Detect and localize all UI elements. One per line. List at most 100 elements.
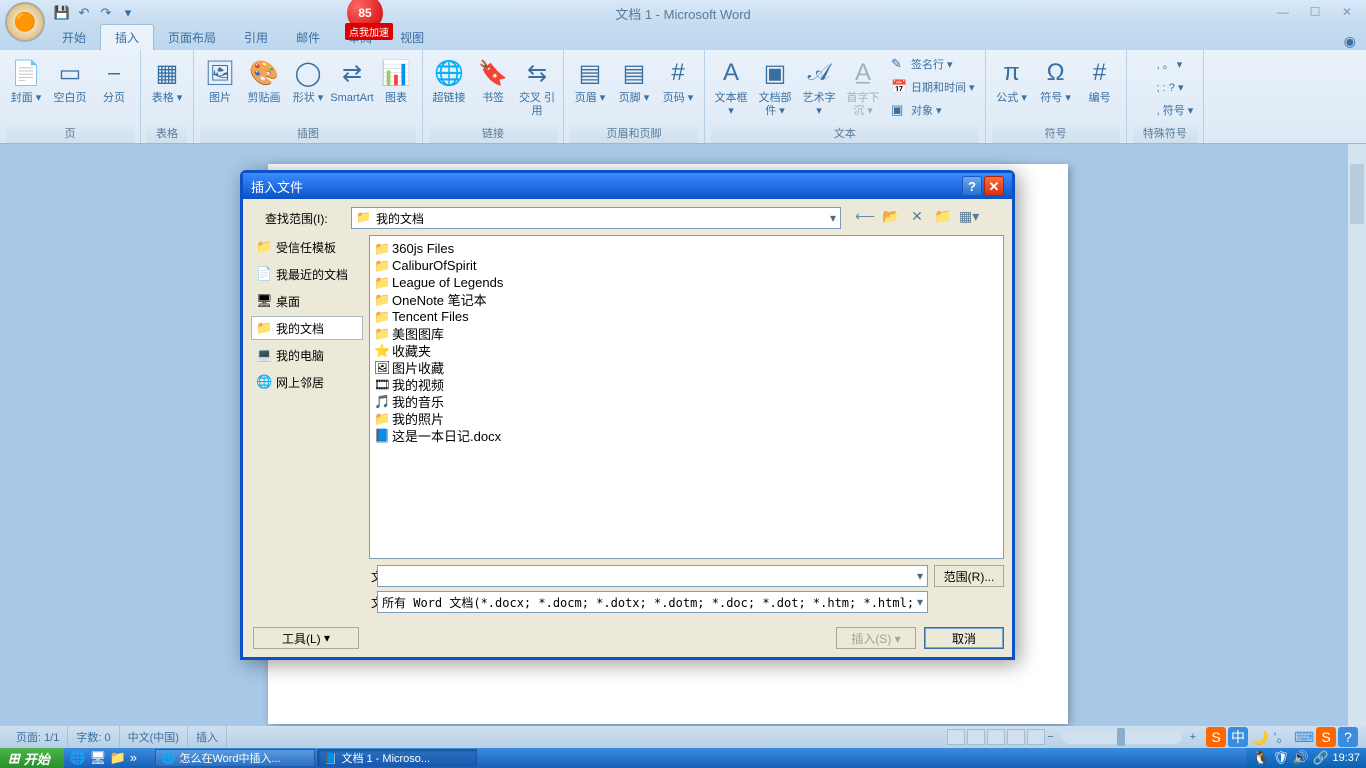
ribbon-small-button[interactable]: ✎签名行 ▾ xyxy=(887,53,979,75)
ribbon-button[interactable]: 🌐超链接 xyxy=(429,53,469,123)
delete-icon[interactable]: ✕ xyxy=(907,208,927,228)
tab-references[interactable]: 引用 xyxy=(230,25,282,50)
ql-more-icon[interactable]: » xyxy=(130,750,148,766)
ribbon-button[interactable]: ▦表格 ▾ xyxy=(147,53,187,123)
ribbon-button[interactable]: ▣文档部件 ▾ xyxy=(755,53,795,123)
save-icon[interactable]: 💾 xyxy=(52,3,72,23)
views-icon[interactable]: ▦▾ xyxy=(959,208,979,228)
ribbon-button[interactable]: ▤页脚 ▾ xyxy=(614,53,654,123)
ime-punct-icon[interactable]: '。 xyxy=(1272,727,1292,747)
up-folder-icon[interactable]: 📂 xyxy=(881,208,901,228)
ribbon-small-button[interactable]: , 符号 ▾ xyxy=(1133,99,1198,121)
ime-moon-icon[interactable]: 🌙 xyxy=(1250,727,1270,747)
ql-ie-icon[interactable]: 🌐 xyxy=(70,750,88,766)
page-count[interactable]: 页面: 1/1 xyxy=(8,726,68,748)
redo-icon[interactable]: ↷ xyxy=(96,3,116,23)
tab-insert[interactable]: 插入 xyxy=(100,24,154,50)
taskbar-task-word[interactable]: 📘 文档 1 - Microso... xyxy=(317,749,477,767)
ime-help-icon[interactable]: ? xyxy=(1338,727,1358,747)
filename-input[interactable]: ▾ xyxy=(377,565,928,587)
ribbon-button[interactable]: ⇆交叉 引用 xyxy=(517,53,557,123)
filetype-combo[interactable]: 所有 Word 文档(*.docx; *.docm; *.dotx; *.dot… xyxy=(377,591,928,613)
file-item[interactable]: 📁OneNote 笔记本 xyxy=(374,291,999,308)
sogou-s2-icon[interactable]: S xyxy=(1316,727,1336,747)
places-item[interactable]: 🖥桌面 xyxy=(251,289,363,313)
range-button[interactable]: 范围(R)... xyxy=(934,565,1004,587)
ql-desktop-icon[interactable]: 🖥 xyxy=(90,750,108,766)
cancel-button[interactable]: 取消 xyxy=(924,627,1004,649)
minimize-button[interactable]: — xyxy=(1270,5,1296,21)
places-item[interactable]: 💻我的电脑 xyxy=(251,343,363,367)
ribbon-small-button[interactable]: ; : ? ▾ xyxy=(1133,76,1198,98)
ribbon-button[interactable]: ◯形状 ▾ xyxy=(288,53,328,123)
ribbon-button[interactable]: ▭空白页 xyxy=(50,53,90,123)
ribbon-small-button[interactable]: 📅日期和时间 ▾ xyxy=(887,76,979,98)
undo-icon[interactable]: ↶ xyxy=(74,3,94,23)
file-item[interactable]: 📁360js Files xyxy=(374,240,999,257)
places-item[interactable]: 📄我最近的文档 xyxy=(251,262,363,286)
start-button[interactable]: ⊞ 开始 xyxy=(0,748,64,768)
ribbon-button[interactable]: ⎯分页 xyxy=(94,53,134,123)
clock[interactable]: 19:37 xyxy=(1332,752,1360,764)
tools-button[interactable]: 工具(L) ▾ xyxy=(253,627,359,649)
tray-volume-icon[interactable]: 🔊 xyxy=(1292,750,1308,766)
fullscreen-view[interactable] xyxy=(967,729,985,745)
dialog-title-bar[interactable]: 插入文件 ? ✕ xyxy=(243,173,1012,199)
file-item[interactable]: 📁CaliburOfSpirit xyxy=(374,257,999,274)
back-icon[interactable]: ⟵ xyxy=(855,208,875,228)
ql-explorer-icon[interactable]: 📁 xyxy=(110,750,128,766)
ribbon-button[interactable]: Ω符号 ▾ xyxy=(1036,53,1076,123)
ribbon-button[interactable]: ⇄SmartArt xyxy=(332,53,372,123)
dialog-help-button[interactable]: ? xyxy=(962,176,982,196)
dialog-close-button[interactable]: ✕ xyxy=(984,176,1004,196)
taskbar-task-browser[interactable]: 🌐 怎么在Word中插入... xyxy=(155,749,315,767)
ribbon-button[interactable]: 🎨剪贴画 xyxy=(244,53,284,123)
file-item[interactable]: 📘这是一本日记.docx xyxy=(374,427,999,444)
zoom-plus[interactable]: + xyxy=(1190,731,1196,743)
tray-shield-icon[interactable]: 🛡 xyxy=(1272,750,1288,766)
language[interactable]: 中文(中国) xyxy=(120,726,188,748)
tab-mail[interactable]: 邮件 xyxy=(282,25,334,50)
file-item[interactable]: 📁League of Legends xyxy=(374,274,999,291)
maximize-button[interactable]: ☐ xyxy=(1302,5,1328,21)
web-layout-view[interactable] xyxy=(987,729,1005,745)
ribbon-button[interactable]: 𝒜艺术字 ▾ xyxy=(799,53,839,123)
ribbon-button[interactable]: ▤页眉 ▾ xyxy=(570,53,610,123)
outline-view[interactable] xyxy=(1007,729,1025,745)
places-item[interactable]: 🌐网上邻居 xyxy=(251,370,363,394)
ribbon-small-button[interactable]: ▣对象 ▾ xyxy=(887,99,979,121)
word-count[interactable]: 字数: 0 xyxy=(68,726,119,748)
tab-page-layout[interactable]: 页面布局 xyxy=(154,25,230,50)
file-item[interactable]: 📁美图图库 xyxy=(374,325,999,342)
tray-qq-icon[interactable]: 🐧 xyxy=(1252,750,1268,766)
scroll-thumb[interactable] xyxy=(1350,164,1364,224)
draft-view[interactable] xyxy=(1027,729,1045,745)
ime-chinese-icon[interactable]: 中 xyxy=(1228,727,1248,747)
ribbon-button[interactable]: A文本框 ▾ xyxy=(711,53,751,123)
zoom-slider[interactable] xyxy=(1062,730,1182,744)
ribbon-button[interactable]: #页码 ▾ xyxy=(658,53,698,123)
vertical-scrollbar[interactable] xyxy=(1348,144,1366,726)
file-item[interactable]: ⭐收藏夹 xyxy=(374,342,999,359)
lookin-combo[interactable]: 📁 我的文档 ▾ xyxy=(351,207,841,229)
tab-home[interactable]: 开始 xyxy=(48,25,100,50)
ribbon-button[interactable]: π公式 ▾ xyxy=(992,53,1032,123)
file-list[interactable]: 📁360js Files📁CaliburOfSpirit📁League of L… xyxy=(369,235,1004,559)
ribbon-button[interactable]: 🔖书签 xyxy=(473,53,513,123)
file-item[interactable]: 📁我的照片 xyxy=(374,410,999,427)
ribbon-button[interactable]: 📊图表 xyxy=(376,53,416,123)
ime-keyboard-icon[interactable]: ⌨ xyxy=(1294,727,1314,747)
ribbon-small-button[interactable]: , 。 ▾ xyxy=(1133,53,1198,75)
qat-dropdown-icon[interactable]: ▾ xyxy=(118,3,138,23)
tray-network-icon[interactable]: 🔗 xyxy=(1312,750,1328,766)
ribbon-button[interactable]: 🖼图片 xyxy=(200,53,240,123)
sogou-s-icon[interactable]: S xyxy=(1206,727,1226,747)
close-button[interactable]: ✕ xyxy=(1334,5,1360,21)
print-layout-view[interactable] xyxy=(947,729,965,745)
file-item[interactable]: 🎞我的视频 xyxy=(374,376,999,393)
new-folder-icon[interactable]: 📁 xyxy=(933,208,953,228)
file-item[interactable]: 📁Tencent Files xyxy=(374,308,999,325)
insert-button[interactable]: 插入(S) ▾ xyxy=(836,627,916,649)
file-item[interactable]: 🎵我的音乐 xyxy=(374,393,999,410)
places-item[interactable]: 📁我的文档 xyxy=(251,316,363,340)
